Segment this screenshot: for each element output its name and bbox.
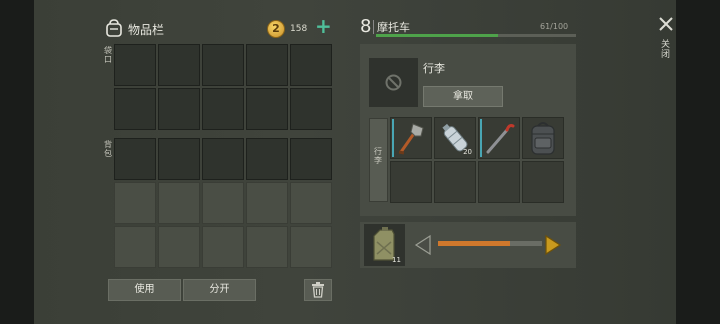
fuel-quantity: 11 (392, 256, 401, 264)
inventory-slot[interactable] (202, 88, 244, 130)
inventory-slot[interactable] (290, 44, 332, 86)
inventory-slot[interactable] (202, 44, 244, 86)
vehicle-level: 8 (360, 16, 372, 37)
take-button[interactable]: 拿取 (423, 86, 503, 107)
inventory-slot[interactable] (246, 226, 288, 268)
inventory-slot[interactable] (114, 226, 156, 268)
use-button[interactable]: 使用 (108, 279, 181, 301)
inventory-slot[interactable] (114, 182, 156, 224)
inventory-slot[interactable] (290, 182, 332, 224)
bag-grid (114, 138, 332, 268)
vehicle-header-divider (373, 20, 374, 34)
inventory-slot[interactable] (158, 138, 200, 180)
inventory-slot[interactable] (158, 226, 200, 268)
decrease-arrow-icon[interactable] (412, 234, 432, 256)
inventory-slot[interactable] (114, 88, 156, 130)
inventory-slot[interactable] (246, 88, 288, 130)
inventory-slot[interactable] (290, 226, 332, 268)
vehicle-capacity: 61/100 (540, 22, 569, 31)
trash-icon (312, 282, 324, 298)
backpack-icon (106, 19, 122, 37)
inventory-slot[interactable] (290, 138, 332, 180)
fuel-slider[interactable] (438, 241, 542, 246)
increase-arrow-icon[interactable] (544, 234, 564, 256)
add-coins-button[interactable]: + (315, 16, 332, 36)
coin-count: 158 (290, 24, 308, 34)
close-icon[interactable] (656, 14, 676, 34)
inventory-slot[interactable] (158, 88, 200, 130)
trunk-slot-backpack[interactable] (522, 117, 564, 159)
trunk-slot-crowbar[interactable] (478, 117, 520, 159)
inventory-slot[interactable] (202, 226, 244, 268)
trunk-slot-water-bottle[interactable]: 20 (434, 117, 476, 159)
inventory-slot[interactable] (290, 88, 332, 130)
trash-button[interactable] (304, 279, 332, 301)
inventory-slot[interactable] (246, 138, 288, 180)
shovel-icon (398, 123, 424, 155)
crowbar-icon (486, 124, 515, 154)
inventory-title: 物品栏 (128, 23, 165, 37)
vehicle-durability-bar (376, 34, 576, 37)
pocket-grid (114, 44, 332, 130)
inventory-slot[interactable] (246, 44, 288, 86)
right-edge (676, 0, 720, 324)
inventory-slot[interactable] (114, 138, 156, 180)
inventory-slot[interactable] (158, 44, 200, 86)
inventory-slot[interactable] (246, 182, 288, 224)
inventory-slot[interactable] (202, 182, 244, 224)
trunk-slot-empty[interactable] (390, 161, 432, 203)
close-label[interactable]: 关闭 (661, 40, 671, 60)
coin-icon: 2 (267, 20, 285, 38)
trunk-slot-shovel[interactable] (390, 117, 432, 159)
inventory-slot[interactable] (202, 138, 244, 180)
vehicle-durability-fill (376, 34, 498, 37)
inventory-slot[interactable] (114, 44, 156, 86)
trunk-slot-empty[interactable] (478, 161, 520, 203)
left-edge (0, 0, 34, 324)
trunk-name: 行李 (423, 62, 445, 75)
trunk-slot-empty[interactable] (522, 161, 564, 203)
fuel-slider-fill (438, 241, 510, 246)
inventory-slot[interactable] (158, 182, 200, 224)
trunk-preview (369, 58, 418, 107)
item-rarity-bar (392, 119, 394, 157)
split-button[interactable]: 分开 (183, 279, 256, 301)
vehicle-name: 摩托车 (377, 21, 410, 34)
item-quantity: 20 (463, 148, 472, 156)
trunk-grid: 20 (390, 117, 564, 203)
inventory-header: 物品栏 2 158 + (104, 16, 334, 40)
trunk-tab[interactable]: 行李 (369, 118, 388, 202)
trunk-slot-empty[interactable] (434, 161, 476, 203)
backpack-item-icon (531, 122, 555, 155)
item-rarity-bar (480, 119, 482, 157)
trunk-tab-label: 行李 (374, 147, 382, 165)
blocked-icon (385, 74, 402, 91)
